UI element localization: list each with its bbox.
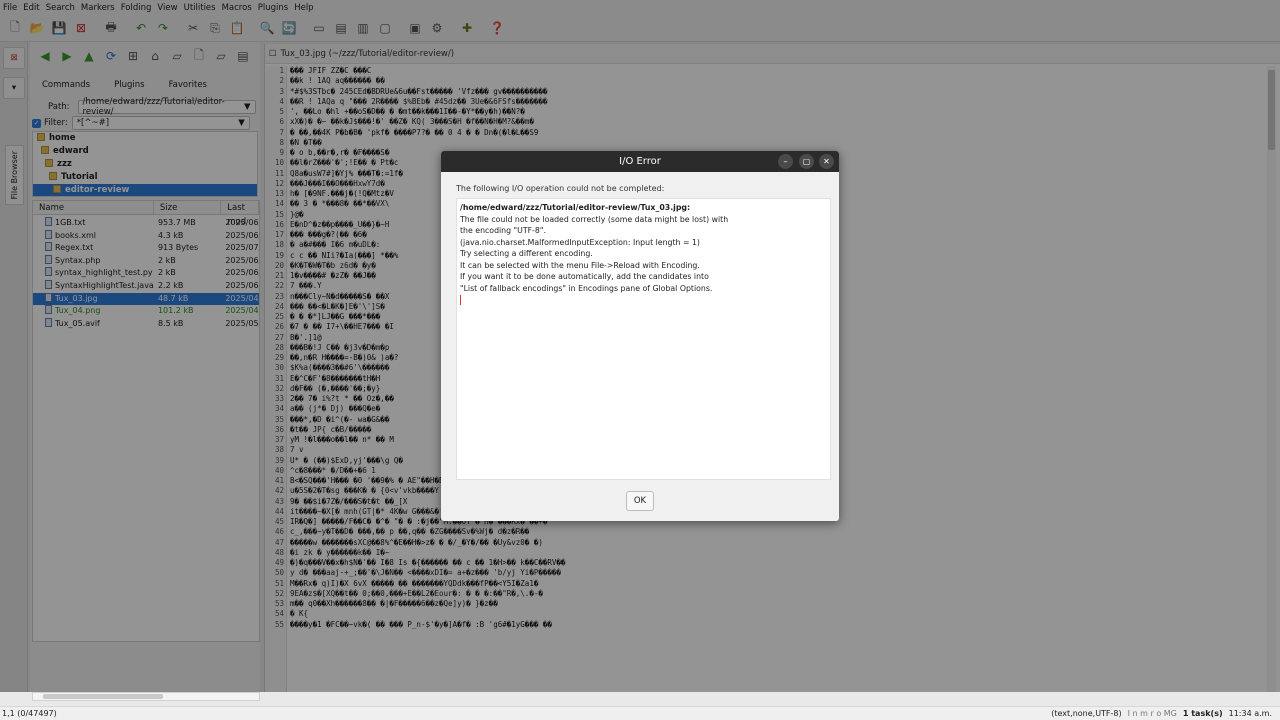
close-icon[interactable]: ✕ <box>819 154 834 169</box>
io-error-dialog: I/O Error – ▢ ✕ The following I/O operat… <box>441 151 839 521</box>
dialog-intro: The following I/O operation could not be… <box>456 184 665 193</box>
task-count[interactable]: 1 task(s) <box>1183 709 1223 718</box>
text-caret <box>460 295 461 305</box>
dialog-title-bar: I/O Error – ▢ ✕ <box>441 151 839 172</box>
ok-button[interactable]: OK <box>626 491 654 511</box>
buffer-mode[interactable]: (text,none,UTF-8) <box>1051 709 1121 718</box>
minimize-icon[interactable]: – <box>778 154 793 169</box>
clock: 11:34 a.m. <box>1228 709 1272 718</box>
maximize-icon[interactable]: ▢ <box>799 154 814 169</box>
dialog-message[interactable]: /home/edward/zzz/Tutorial/editor-review/… <box>456 198 831 480</box>
dialog-title: I/O Error <box>619 156 661 167</box>
caret-position[interactable]: 1,1 (0/47497) <box>2 709 57 718</box>
file-list-hscrollbar[interactable] <box>32 692 260 701</box>
status-flags[interactable]: I n m r o MG <box>1128 709 1177 718</box>
status-bar: 1,1 (0/47497) (text,none,UTF-8) I n m r … <box>0 706 1280 720</box>
